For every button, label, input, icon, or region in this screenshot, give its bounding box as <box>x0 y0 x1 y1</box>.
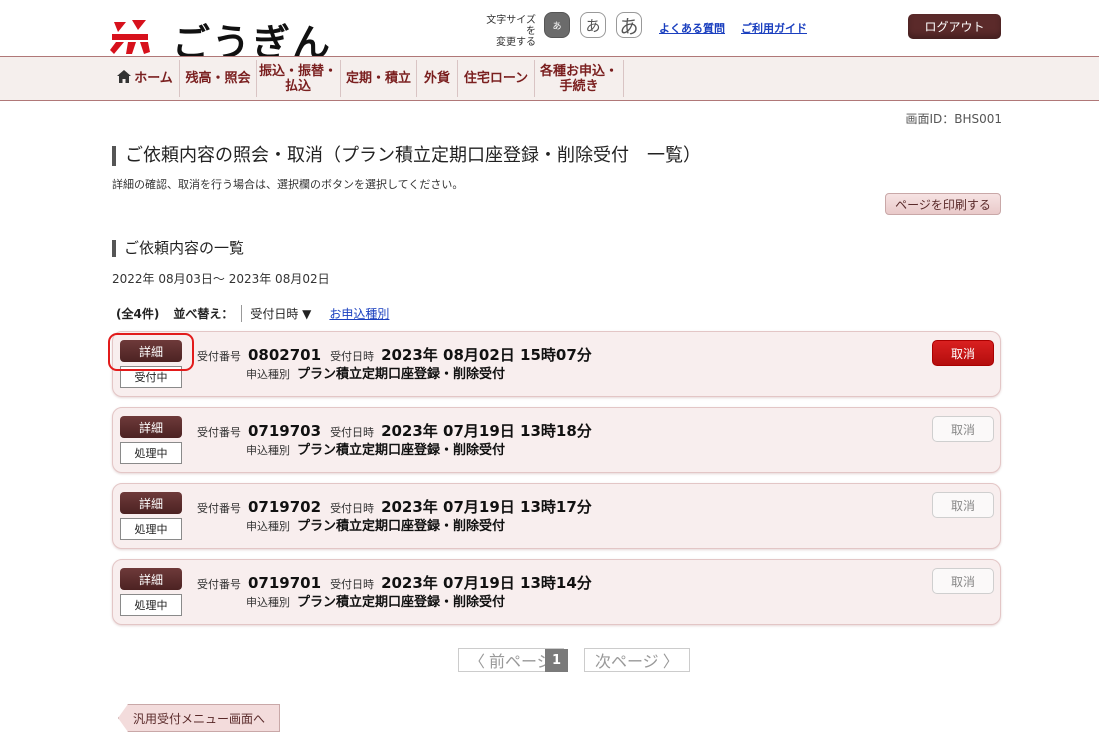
prev-page-label: 前ページ <box>489 652 553 671</box>
list-title: ご依頼内容の一覧 <box>112 240 244 257</box>
request-card: 詳細 処理中 受付番号 0719701 受付日時 2023年 07月19日 13… <box>112 559 1001 625</box>
detail-button[interactable]: 詳細 <box>120 340 182 362</box>
faq-link[interactable]: よくある質問 <box>659 20 725 36</box>
cancel-button[interactable]: 取消 <box>932 492 994 518</box>
detail-button[interactable]: 詳細 <box>120 416 182 438</box>
receipt-dt-label: 受付日時 <box>330 502 375 515</box>
receipt-no-label: 受付番号 <box>197 578 241 591</box>
font-size-label-line2: 変更する <box>496 37 536 48</box>
screen-id: 画面ID：BHS001 <box>905 112 1002 126</box>
receipt-dt-value: 2023年 08月02日 15時07分 <box>381 346 592 364</box>
receipt-dt-label: 受付日時 <box>330 426 375 439</box>
nav-transfer-line1: 振込・振替・ <box>258 63 337 79</box>
nav-divider <box>623 60 624 97</box>
app-type-label: 申込種別 <box>246 520 290 533</box>
cancel-button[interactable]: 取消 <box>932 416 994 442</box>
receipt-no-value: 0802701 <box>248 346 322 364</box>
nav-balance[interactable]: 残高・照会 <box>180 56 256 101</box>
sort-bar: (全4件) 並べ替え： 受付日時 ▼ お申込種別 <box>116 305 389 322</box>
next-page-button[interactable]: 次ページ 〉 <box>584 648 690 672</box>
logo-mark-icon <box>110 18 150 56</box>
home-icon <box>117 70 132 87</box>
chevron-right-icon: 〉 <box>662 652 679 671</box>
nav-apply-line1: 各種お申込・ <box>539 63 618 79</box>
detail-button[interactable]: 詳細 <box>120 568 182 590</box>
receipt-dt-value: 2023年 07月19日 13時14分 <box>381 574 592 592</box>
nav-deposit[interactable]: 定期・積立 <box>341 56 416 101</box>
receipt-no-label: 受付番号 <box>197 350 241 363</box>
page-description: 詳細の確認、取消を行う場合は、選択欄のボタンを選択してください。 <box>112 178 464 191</box>
nav-transfer-line2: 払込 <box>284 78 311 94</box>
nav-forex[interactable]: 外貨 <box>417 56 457 101</box>
sort-label: 並べ替え： <box>173 307 234 321</box>
request-card: 詳細 処理中 受付番号 0719703 受付日時 2023年 07月19日 13… <box>112 407 1001 473</box>
back-to-menu-button[interactable]: 汎用受付メニュー画面へ <box>118 704 281 732</box>
status-badge: 処理中 <box>120 518 182 540</box>
app-type-value: プラン積立定期口座登録・削除受付 <box>297 595 506 610</box>
font-size-label-line1: 文字サイズを <box>486 15 536 37</box>
receipt-no-label: 受付番号 <box>197 426 241 439</box>
app-type-value: プラン積立定期口座登録・削除受付 <box>297 367 506 382</box>
nav-home[interactable]: ホーム <box>112 56 178 101</box>
cancel-button[interactable]: 取消 <box>932 568 994 594</box>
receipt-dt-value: 2023年 07月19日 13時18分 <box>381 422 592 440</box>
nav-apply-line2: 手続き <box>559 78 599 94</box>
nav-transfer[interactable]: 振込・振替・ 払込 <box>257 56 339 101</box>
status-badge: 受付中 <box>120 366 182 388</box>
cancel-button[interactable]: 取消 <box>932 340 994 366</box>
result-count: (全4件) <box>116 307 160 321</box>
receipt-dt-label: 受付日時 <box>330 350 375 363</box>
sort-by-type-link[interactable]: お申込種別 <box>329 305 389 322</box>
app-type-label: 申込種別 <box>246 368 290 381</box>
app-type-label: 申込種別 <box>246 596 290 609</box>
status-badge: 処理中 <box>120 594 182 616</box>
date-range: 2022年 08月03日～ 2023年 08月02日 <box>112 272 330 286</box>
page-title: ご依頼内容の照会・取消（プラン積立定期口座登録・削除受付 一覧） <box>112 146 701 166</box>
print-page-button[interactable]: ページを印刷する <box>885 193 1001 215</box>
nav-home-label: ホーム <box>134 71 173 86</box>
next-page-label: 次ページ <box>595 652 659 671</box>
nav-loan[interactable]: 住宅ローン <box>458 56 534 101</box>
receipt-no-value: 0719703 <box>248 422 322 440</box>
receipt-no-value: 0719702 <box>248 498 322 516</box>
app-type-value: プラン積立定期口座登録・削除受付 <box>297 443 506 458</box>
receipt-no-value: 0719701 <box>248 574 322 592</box>
nav-apply[interactable]: 各種お申込・ 手続き <box>535 56 623 101</box>
receipt-dt-value: 2023年 07月19日 13時17分 <box>381 498 592 516</box>
font-size-large-button[interactable]: あ <box>616 12 642 38</box>
font-size-label: 文字サイズを 変更する <box>478 15 536 48</box>
receipt-no-label: 受付番号 <box>197 502 241 515</box>
app-type-label: 申込種別 <box>246 444 290 457</box>
font-size-medium-button[interactable]: あ <box>580 12 606 38</box>
logout-button[interactable]: ログアウト <box>908 14 1001 39</box>
sort-by-receipt-date[interactable]: 受付日時 ▼ <box>241 305 315 322</box>
app-type-value: プラン積立定期口座登録・削除受付 <box>297 519 506 534</box>
status-badge: 処理中 <box>120 442 182 464</box>
current-page[interactable]: 1 <box>545 649 568 672</box>
detail-button[interactable]: 詳細 <box>120 492 182 514</box>
guide-link[interactable]: ご利用ガイド <box>741 20 807 36</box>
font-size-small-button[interactable]: あ <box>544 12 570 38</box>
receipt-dt-label: 受付日時 <box>330 578 375 591</box>
request-card: 詳細 受付中 受付番号 0802701 受付日時 2023年 08月02日 15… <box>112 331 1001 397</box>
chevron-left-icon: 〈 <box>469 652 486 671</box>
request-card: 詳細 処理中 受付番号 0719702 受付日時 2023年 07月19日 13… <box>112 483 1001 549</box>
